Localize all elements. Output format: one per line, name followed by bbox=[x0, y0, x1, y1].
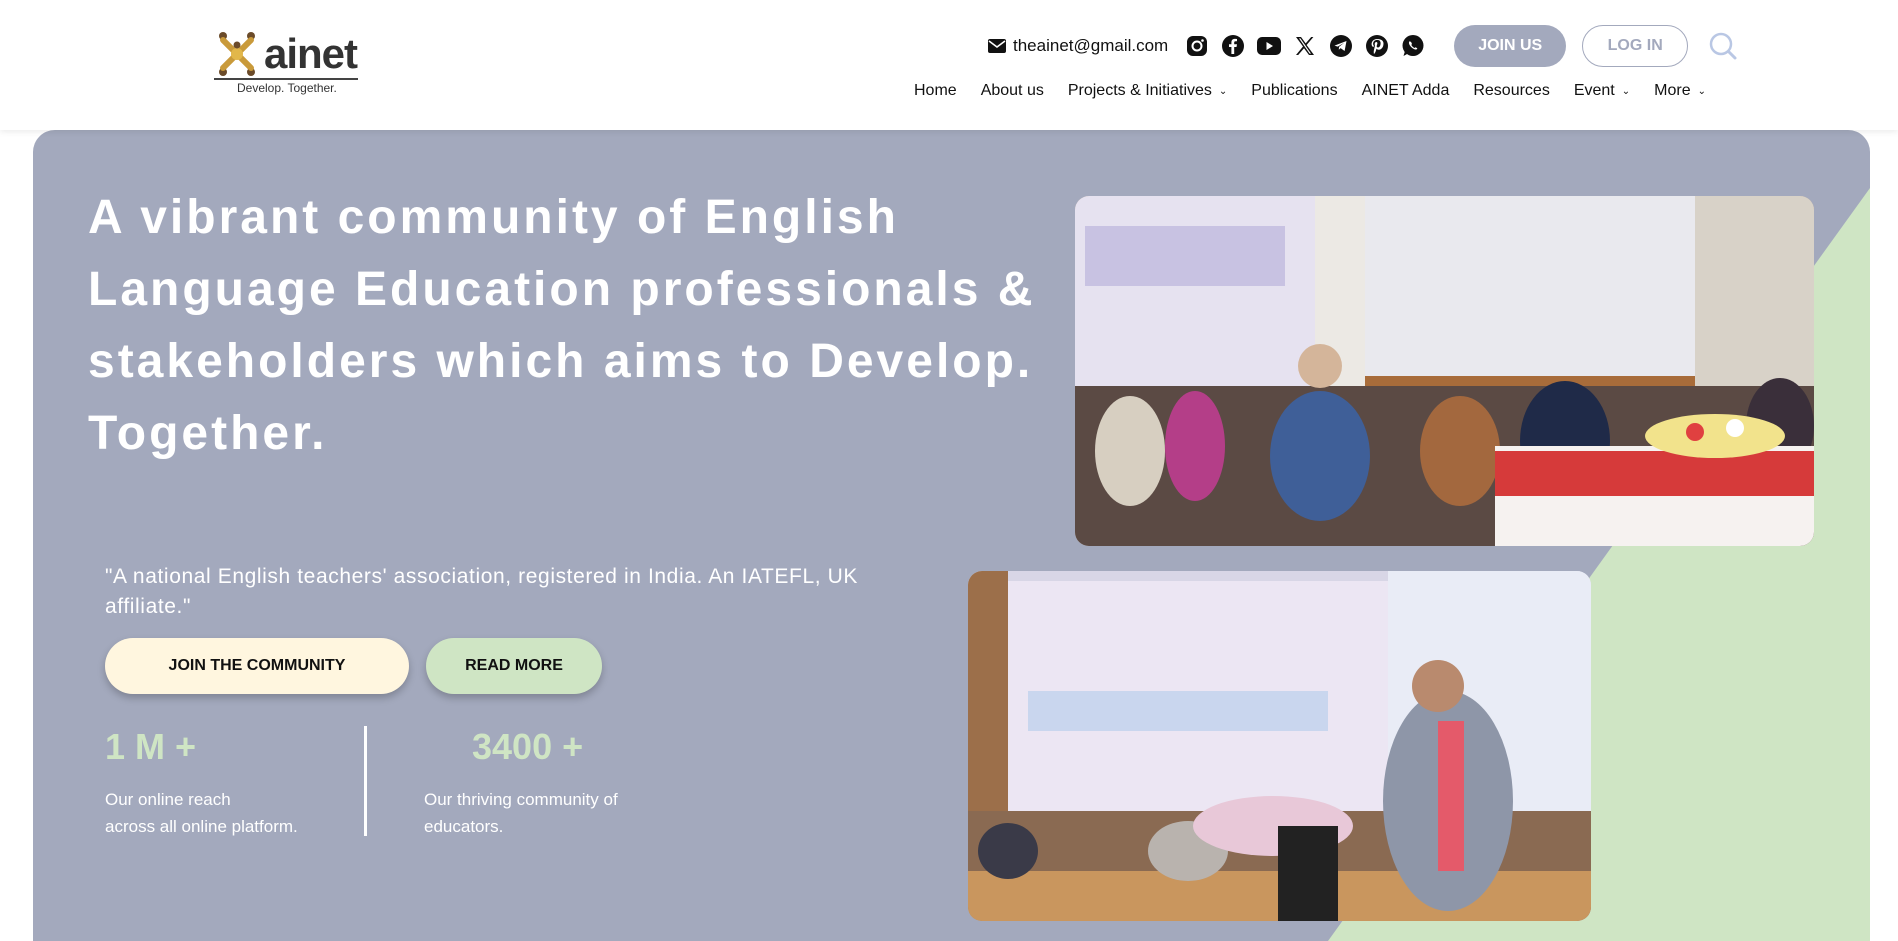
logo-wordmark: ainet bbox=[264, 30, 358, 77]
logo-mark-icon bbox=[219, 32, 255, 76]
email-link[interactable]: theainet@gmail.com bbox=[988, 36, 1168, 56]
nav-projects-label: Projects & Initiatives bbox=[1067, 82, 1212, 99]
nav-home-label: Home bbox=[914, 82, 957, 99]
join-community-button[interactable]: JOIN THE COMMUNITY bbox=[105, 638, 409, 694]
facebook-icon[interactable] bbox=[1220, 33, 1246, 59]
stat-online-reach: 1 M + Our online reach across all online… bbox=[105, 726, 345, 840]
site-header: ainet Develop. Together. theainet@gmail.… bbox=[0, 0, 1898, 130]
instagram-icon[interactable] bbox=[1184, 33, 1210, 59]
main-nav: Home About us Projects & Initiatives ⌄ Pu… bbox=[914, 82, 1730, 100]
stat-community-number: 3400 + bbox=[472, 726, 584, 767]
nav-ainet-adda[interactable]: AINET Adda bbox=[1362, 82, 1450, 100]
search-icon[interactable] bbox=[1708, 31, 1738, 61]
nav-ainet-adda-label: AINET Adda bbox=[1361, 82, 1450, 99]
stat-online-reach-line1: Our online reach bbox=[105, 790, 231, 809]
logo[interactable]: ainet Develop. Together. bbox=[212, 26, 362, 96]
stat-community-line2: educators. bbox=[424, 817, 504, 836]
login-button[interactable]: LOG IN bbox=[1582, 25, 1689, 67]
logo-underline bbox=[214, 78, 358, 80]
social-links bbox=[1184, 33, 1436, 59]
nav-more[interactable]: More ⌄ bbox=[1654, 82, 1706, 100]
hero-quote: "A national English teachers' associatio… bbox=[105, 565, 858, 618]
nav-about-us-label: About us bbox=[980, 82, 1044, 99]
hero-section: A vibrant community of English Language … bbox=[33, 130, 1870, 941]
hero-headline: A vibrant community of English Language … bbox=[88, 191, 1036, 460]
pinterest-icon[interactable] bbox=[1364, 33, 1390, 59]
stat-divider bbox=[364, 726, 367, 836]
stat-community: 3400 + Our thriving community of educato… bbox=[424, 726, 664, 840]
x-icon[interactable] bbox=[1292, 33, 1318, 59]
mail-icon bbox=[988, 39, 1006, 53]
nav-resources-label: Resources bbox=[1473, 82, 1550, 99]
nav-about-us[interactable]: About us bbox=[981, 82, 1044, 100]
logo-tagline: Develop. Together. bbox=[237, 81, 337, 95]
topbar: theainet@gmail.com JOIN US LOG IN bbox=[988, 25, 1738, 67]
conference-panel-photo bbox=[1075, 196, 1814, 546]
nav-publications[interactable]: Publications bbox=[1251, 82, 1337, 100]
stat-online-reach-number: 1 M + bbox=[105, 726, 197, 767]
chevron-down-icon: ⌄ bbox=[1621, 85, 1631, 97]
nav-projects-initiatives[interactable]: Projects & Initiatives ⌄ bbox=[1068, 82, 1227, 100]
stat-community-description: Our thriving community of educators. bbox=[424, 786, 664, 840]
join-us-button[interactable]: JOIN US bbox=[1454, 25, 1567, 67]
stat-community-line1: Our thriving community of bbox=[424, 790, 618, 809]
youtube-icon[interactable] bbox=[1256, 33, 1282, 59]
nav-publications-label: Publications bbox=[1251, 82, 1338, 99]
conference-speaker-photo bbox=[968, 571, 1591, 921]
whatsapp-icon[interactable] bbox=[1400, 33, 1426, 59]
stat-online-reach-line2: across all online platform. bbox=[105, 817, 298, 836]
nav-event-label: Event bbox=[1573, 82, 1615, 99]
stat-online-reach-description: Our online reach across all online platf… bbox=[105, 786, 345, 840]
telegram-icon[interactable] bbox=[1328, 33, 1354, 59]
email-text: theainet@gmail.com bbox=[1013, 36, 1169, 55]
chevron-down-icon: ⌄ bbox=[1697, 85, 1706, 97]
nav-home[interactable]: Home bbox=[914, 82, 957, 100]
nav-more-label: More bbox=[1654, 82, 1691, 99]
read-more-button[interactable]: READ MORE bbox=[426, 638, 602, 694]
nav-event[interactable]: Event ⌄ bbox=[1574, 82, 1630, 100]
chevron-down-icon: ⌄ bbox=[1218, 85, 1228, 97]
nav-resources[interactable]: Resources bbox=[1473, 82, 1549, 100]
